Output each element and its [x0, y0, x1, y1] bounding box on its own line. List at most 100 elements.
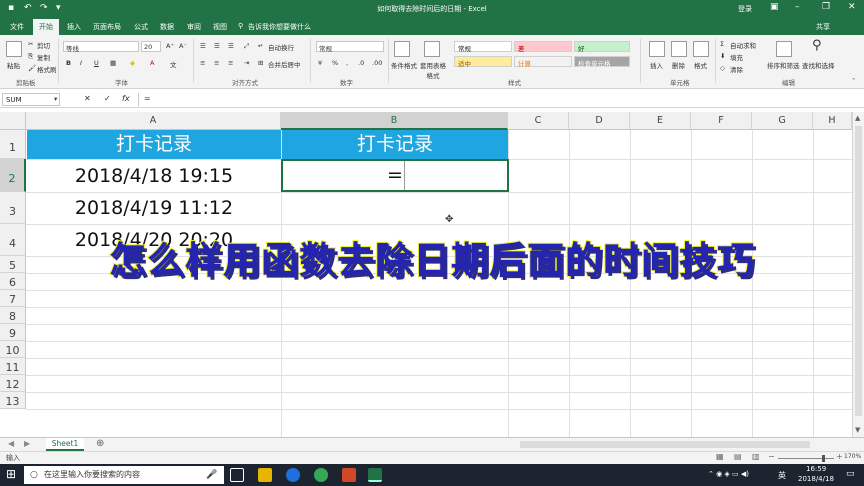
- share-button[interactable]: 共享: [816, 22, 830, 32]
- clock-time[interactable]: 16:59: [806, 465, 826, 473]
- fill-icon[interactable]: ⬇: [720, 52, 725, 60]
- zoom-in-icon[interactable]: +: [836, 452, 843, 461]
- active-cell-b2[interactable]: =: [281, 159, 509, 192]
- cell-b1[interactable]: 打卡记录: [282, 130, 508, 159]
- tab-page-layout[interactable]: 页面布局: [93, 22, 121, 32]
- column-header-h[interactable]: H: [813, 112, 852, 130]
- normal-view-icon[interactable]: ▦: [716, 452, 724, 461]
- tab-view[interactable]: 视图: [213, 22, 227, 32]
- wrap-text-icon[interactable]: ↵: [258, 42, 263, 50]
- format-cells-icon[interactable]: [693, 41, 709, 57]
- name-box[interactable]: SUM: [2, 93, 60, 106]
- row-header-10[interactable]: 10: [0, 341, 26, 358]
- paste-button[interactable]: 粘贴: [7, 60, 20, 70]
- microphone-icon[interactable]: 🎤: [206, 466, 217, 484]
- column-header-d[interactable]: D: [569, 112, 630, 130]
- tray-icons[interactable]: ⌃ ◉ ◈ ▭ ◀): [708, 470, 749, 478]
- row-header-1[interactable]: 1: [0, 130, 26, 159]
- row-header-13[interactable]: 13: [0, 392, 26, 409]
- row-header-11[interactable]: 11: [0, 358, 26, 375]
- underline-button[interactable]: U: [94, 59, 99, 67]
- cell-a2[interactable]: 2018/4/18 19:15: [27, 160, 281, 192]
- task-view-icon[interactable]: [230, 468, 244, 482]
- sheet-tab-sheet1[interactable]: Sheet1: [46, 438, 84, 451]
- tab-insert[interactable]: 插入: [67, 22, 81, 32]
- collapse-ribbon-icon[interactable]: ˄: [852, 77, 855, 85]
- wrap-text-button[interactable]: 自动换行: [268, 42, 294, 52]
- select-all-button[interactable]: [0, 112, 26, 130]
- vertical-scrollbar[interactable]: ▲ ▼: [852, 112, 864, 437]
- format-cells-button[interactable]: 格式: [694, 60, 707, 70]
- horizontal-scrollbar[interactable]: [520, 441, 810, 448]
- tab-file[interactable]: 文件: [10, 22, 24, 32]
- border-icon[interactable]: ▦: [110, 59, 116, 67]
- find-icon[interactable]: ⚲: [812, 38, 822, 53]
- scroll-up-icon[interactable]: ▲: [855, 114, 860, 122]
- merge-center-button[interactable]: 合并后居中: [268, 59, 301, 69]
- insert-function-button[interactable]: fx: [122, 94, 130, 103]
- align-top-icon[interactable]: ☰: [200, 42, 206, 50]
- merge-icon[interactable]: ⊞: [258, 59, 263, 67]
- format-as-table-button[interactable]: 套用表格格式: [417, 60, 449, 80]
- grow-font-icon[interactable]: A⁺: [166, 42, 174, 50]
- comma-icon[interactable]: ,: [346, 59, 348, 67]
- font-name-select[interactable]: 等线: [63, 41, 139, 53]
- column-header-e[interactable]: E: [630, 112, 691, 130]
- align-bottom-icon[interactable]: ☰: [228, 42, 234, 50]
- column-header-a[interactable]: A: [26, 112, 281, 130]
- bold-button[interactable]: B: [66, 59, 71, 67]
- clear-icon[interactable]: ◇: [720, 64, 725, 72]
- restore-icon[interactable]: ❐: [822, 2, 830, 12]
- name-box-dropdown-icon[interactable]: ▾: [54, 95, 57, 103]
- zoom-level[interactable]: 170%: [844, 453, 861, 460]
- column-header-f[interactable]: F: [691, 112, 752, 130]
- taskbar-search-input[interactable]: ○ 在这里输入你要搜索的内容 🎤: [24, 466, 224, 484]
- input-language[interactable]: 英: [778, 470, 786, 481]
- conditional-format-icon[interactable]: [394, 41, 410, 57]
- tab-review[interactable]: 审阅: [187, 22, 201, 32]
- phonetic-icon[interactable]: 文: [170, 59, 177, 69]
- column-header-g[interactable]: G: [752, 112, 813, 130]
- row-header-8[interactable]: 8: [0, 307, 26, 324]
- row-header-12[interactable]: 12: [0, 375, 26, 392]
- sort-filter-button[interactable]: 排序和筛选: [767, 60, 800, 70]
- increase-decimal-icon[interactable]: .0: [358, 59, 364, 67]
- copy-button[interactable]: 复制: [37, 52, 50, 62]
- scroll-thumb[interactable]: [855, 126, 862, 416]
- align-left-icon[interactable]: ≡: [200, 59, 205, 67]
- cell-a1[interactable]: 打卡记录: [27, 130, 281, 159]
- copy-icon[interactable]: ⎘: [28, 52, 33, 61]
- insert-cells-button[interactable]: 插入: [650, 60, 663, 70]
- align-right-icon[interactable]: ≡: [228, 59, 233, 67]
- find-select-button[interactable]: 查找和选择: [802, 60, 835, 70]
- login-link[interactable]: 登录: [738, 4, 752, 14]
- indent-icon[interactable]: ⇥: [244, 59, 249, 67]
- notification-icon[interactable]: ▭: [846, 469, 855, 479]
- insert-cells-icon[interactable]: [649, 41, 665, 57]
- cell-a3[interactable]: 2018/4/19 11:12: [27, 193, 281, 224]
- cut-icon[interactable]: ✂: [28, 40, 33, 48]
- excel-icon[interactable]: [368, 468, 382, 482]
- row-header-3[interactable]: 3: [0, 192, 26, 224]
- currency-icon[interactable]: ¥: [318, 59, 322, 67]
- format-painter-icon[interactable]: 🖌: [28, 64, 36, 72]
- format-painter-button[interactable]: 格式刷: [37, 64, 57, 74]
- cancel-button[interactable]: ✕: [84, 94, 91, 103]
- ribbon-display-icon[interactable]: ▣: [770, 2, 779, 12]
- conditional-format-button[interactable]: 条件格式: [390, 60, 418, 70]
- autosum-icon[interactable]: Σ: [720, 40, 724, 48]
- font-color-icon[interactable]: A: [150, 59, 154, 67]
- next-sheet-icon[interactable]: ▶: [24, 439, 30, 448]
- style-check-cell[interactable]: 检查单元格: [574, 56, 630, 68]
- style-bad[interactable]: 差: [514, 41, 572, 53]
- powerpoint-icon[interactable]: [342, 468, 356, 482]
- delete-cells-icon[interactable]: [671, 41, 687, 57]
- style-calculation[interactable]: 计算: [514, 56, 572, 68]
- align-center-icon[interactable]: ≡: [214, 59, 219, 67]
- tell-me-input[interactable]: 告诉我你想要做什么: [248, 22, 311, 32]
- orientation-icon[interactable]: ⤢: [244, 42, 249, 51]
- percent-icon[interactable]: %: [332, 59, 338, 67]
- column-header-c[interactable]: C: [508, 112, 569, 130]
- style-normal[interactable]: 常规: [454, 41, 512, 53]
- cut-button[interactable]: 剪切: [37, 40, 50, 50]
